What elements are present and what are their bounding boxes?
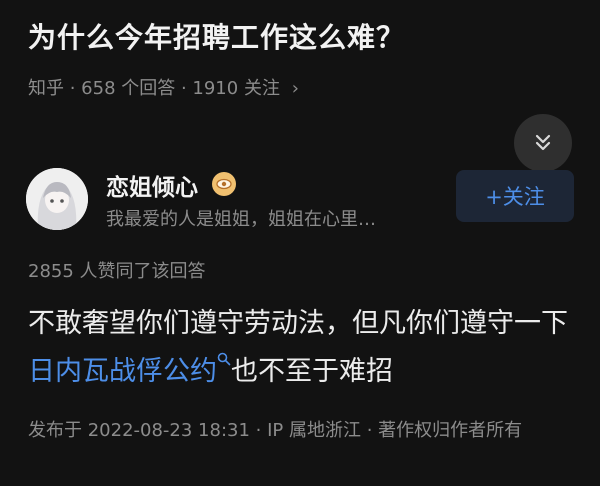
question-meta-text: 知乎 · 658 个回答 · 1910 关注 xyxy=(28,78,280,99)
eye-badge-icon xyxy=(212,172,236,196)
answer-text-before: 不敢奢望你们遵守劳动法，但凡你们遵守一下 xyxy=(28,308,568,339)
follow-button[interactable]: +关注 xyxy=(456,170,574,222)
author-name[interactable]: 恋姐倾心 xyxy=(106,168,198,202)
double-chevron-down-icon xyxy=(535,134,551,151)
avatar-illustration xyxy=(26,168,88,230)
question-title[interactable]: 为什么今年招聘工作这么难？ xyxy=(28,16,580,56)
answer-footer: 发布于 2022-08-23 18:31 · IP 属地浙江 · 著作权归作者所… xyxy=(28,420,523,441)
chevron-right-icon: › xyxy=(291,78,299,99)
avatar[interactable] xyxy=(26,168,88,230)
author-bio: 我最爱的人是姐姐，姐姐在心里… xyxy=(106,209,376,230)
search-link[interactable]: 日内瓦战俘公约 xyxy=(28,356,217,387)
collapse-button[interactable] xyxy=(514,114,572,172)
question-meta[interactable]: 知乎 · 658 个回答 · 1910 关注 › xyxy=(28,74,299,100)
answer-text-after: 也不至于难招 xyxy=(231,356,393,387)
like-count: 2855 人赞同了该回答 xyxy=(28,261,206,282)
answer-content: 不敢奢望你们遵守劳动法，但凡你们遵守一下日内瓦战俘公约 也不至于难招 xyxy=(28,300,588,396)
search-icon xyxy=(217,352,231,366)
